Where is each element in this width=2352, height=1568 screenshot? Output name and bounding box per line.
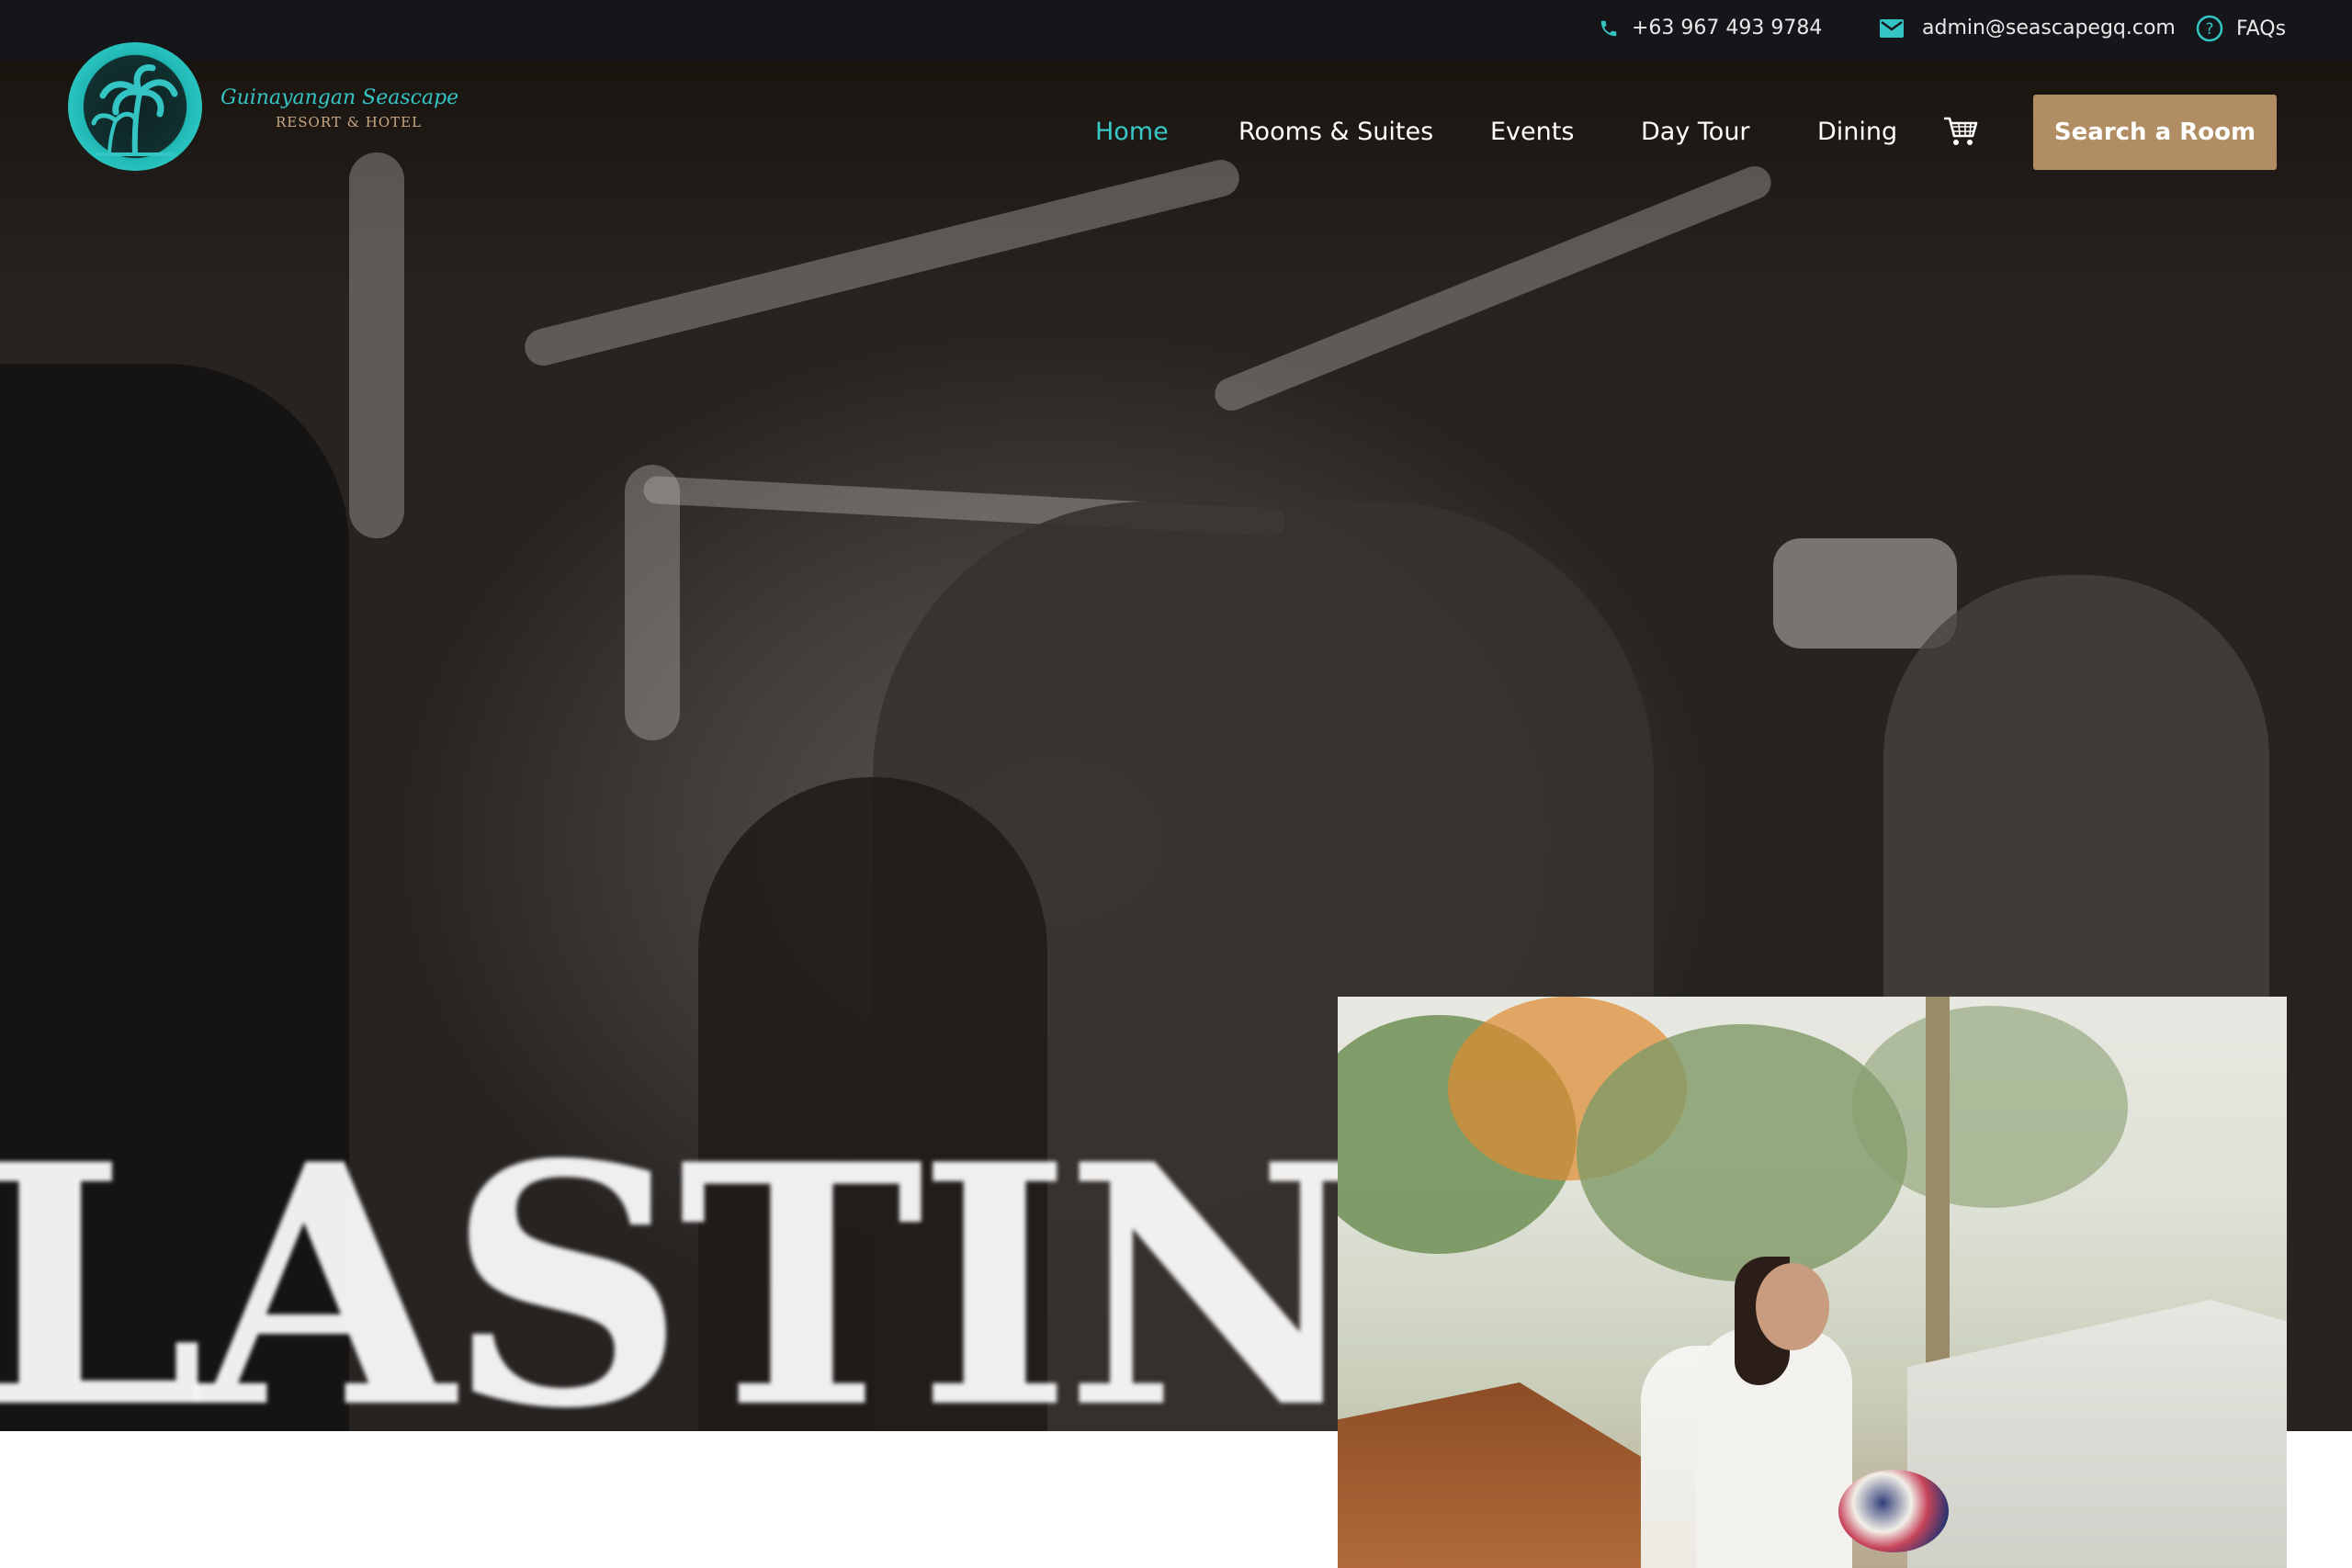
faqs-label: FAQs (2236, 17, 2287, 40)
streamer-decoration (349, 152, 404, 538)
phone-icon (1599, 18, 1619, 39)
help-circle-icon: ? (2196, 15, 2223, 42)
streamer-decoration (1209, 161, 1777, 416)
brand-name: Guinayangan Seascape (220, 86, 459, 109)
streamer-decoration (1773, 538, 1957, 649)
brand-tagline: RESORT & HOTEL (276, 114, 423, 130)
nav-dining[interactable]: Dining (1817, 118, 1897, 146)
email-address: admin@seascapegq.com (1922, 17, 2176, 39)
search-room-button[interactable]: Search a Room (2033, 95, 2277, 170)
nav-events[interactable]: Events (1490, 118, 1574, 146)
bride-photo (1338, 997, 2287, 1568)
resort-building (1907, 1300, 2287, 1568)
palm-tree-icon (91, 64, 178, 156)
phone-contact[interactable]: +63 967 493 9784 (1599, 17, 1822, 39)
email-contact[interactable]: admin@seascapegq.com (1880, 17, 2176, 39)
streamer-decoration (521, 155, 1243, 370)
cottage-roof (1338, 1382, 1641, 1568)
faqs-link[interactable]: ? FAQs (2196, 15, 2286, 42)
streamer-decoration (625, 465, 680, 740)
bride-face (1756, 1263, 1829, 1350)
resort-logo[interactable] (68, 42, 202, 171)
palm-foliage (1852, 1006, 2128, 1208)
svg-text:?: ? (2205, 20, 2213, 39)
nav-home[interactable]: Home (1095, 118, 1169, 146)
nav-rooms-suites[interactable]: Rooms & Suites (1238, 118, 1433, 146)
phone-number: +63 967 493 9784 (1632, 17, 1823, 39)
bouquet (1838, 1470, 1949, 1552)
top-contact-bar: +63 967 493 9784 admin@seascapegq.com ? … (0, 0, 2352, 61)
nav-day-tour[interactable]: Day Tour (1641, 118, 1750, 146)
palm-foliage (1577, 1024, 1907, 1281)
shopping-cart-icon[interactable] (1942, 116, 1979, 151)
mail-icon (1880, 18, 1904, 38)
